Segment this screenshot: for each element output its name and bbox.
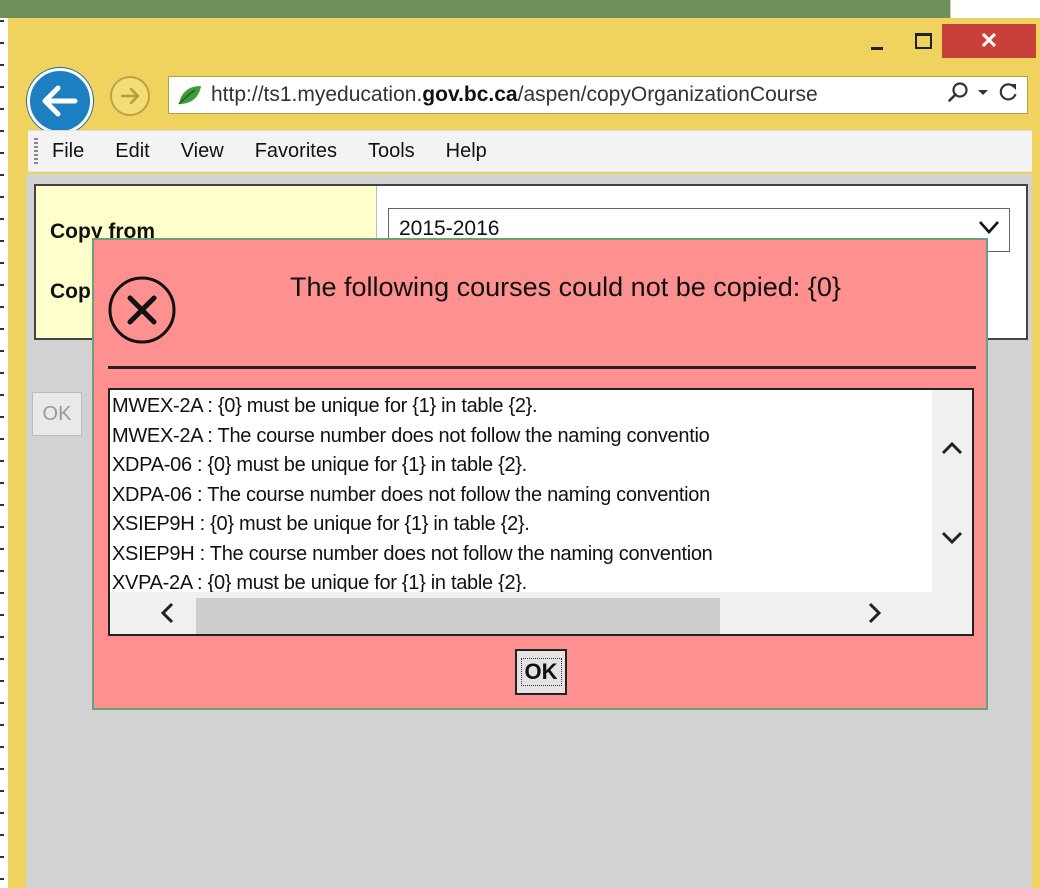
chevron-down-icon[interactable] (940, 526, 964, 550)
arrow-left-icon (42, 85, 78, 117)
dialog-title: The following courses could not be copie… (290, 272, 841, 302)
back-button[interactable] (27, 68, 93, 134)
address-bar[interactable]: http://ts1.myeducation.gov.bc.ca/aspen/c… (168, 76, 1028, 114)
chevron-right-icon[interactable] (862, 601, 886, 625)
chevron-down-icon (979, 221, 999, 234)
dialog-ok-label: OK (520, 658, 562, 686)
forward-button[interactable] (110, 76, 150, 116)
message-line: MWEX-2A : {0} must be unique for {1} in … (112, 395, 538, 417)
dialog-divider (108, 366, 976, 369)
dropdown-caret-icon[interactable] (977, 81, 989, 103)
url-text: http://ts1.myeducation.gov.bc.ca/aspen/c… (211, 83, 818, 106)
refresh-icon[interactable] (997, 81, 1019, 103)
menu-file[interactable]: File (52, 140, 84, 163)
chevron-left-icon[interactable] (156, 601, 180, 625)
ok-button-disabled: OK (32, 392, 82, 436)
message-lines: MWEX-2A : {0} must be unique for {1} in … (112, 392, 930, 599)
close-icon: ✕ (979, 28, 999, 53)
error-dialog: The following courses could not be copie… (92, 238, 988, 710)
copy-to-label: Cop (50, 280, 91, 303)
search-icon[interactable] (947, 81, 969, 103)
message-line: XDPA-06 : The course number does not fol… (112, 483, 710, 506)
horizontal-scroll-thumb[interactable] (196, 598, 720, 634)
maximize-button[interactable] (900, 24, 946, 58)
menu-view[interactable]: View (181, 140, 224, 163)
desktop-left-edge (0, 20, 4, 888)
menu-help[interactable]: Help (446, 140, 487, 163)
menu-bar: File Edit View Favorites Tools Help (28, 130, 1032, 172)
maximize-icon (914, 33, 932, 49)
message-line: XSIEP9H : The course number does not fol… (112, 542, 713, 565)
chevron-up-icon[interactable] (940, 436, 964, 460)
desktop-top-strip (0, 0, 950, 18)
menu-edit[interactable]: Edit (115, 140, 149, 163)
menu-favorites[interactable]: Favorites (255, 140, 337, 163)
message-line: XDPA-06 : {0} must be unique for {1} in … (112, 454, 527, 476)
school-year-value: 2015-2016 (399, 217, 500, 240)
minimize-button[interactable] (854, 24, 900, 58)
leaf-icon (178, 86, 201, 105)
menu-grip (34, 138, 38, 164)
horizontal-scrollbar[interactable] (110, 592, 972, 634)
vertical-scrollbar[interactable] (932, 390, 972, 594)
close-window-button[interactable]: ✕ (942, 24, 1036, 58)
error-x-icon (108, 276, 176, 344)
message-line: MWEX-2A : The course number does not fol… (112, 424, 710, 447)
arrow-right-icon (120, 87, 140, 105)
dialog-ok-button[interactable]: OK (515, 649, 567, 695)
desktop-top-strip-right (950, 0, 1040, 18)
message-line: XSIEP9H : {0} must be unique for {1} in … (112, 513, 530, 535)
menu-tools[interactable]: Tools (368, 140, 415, 163)
minimize-icon (871, 46, 883, 50)
error-message-list[interactable]: MWEX-2A : {0} must be unique for {1} in … (108, 388, 974, 636)
